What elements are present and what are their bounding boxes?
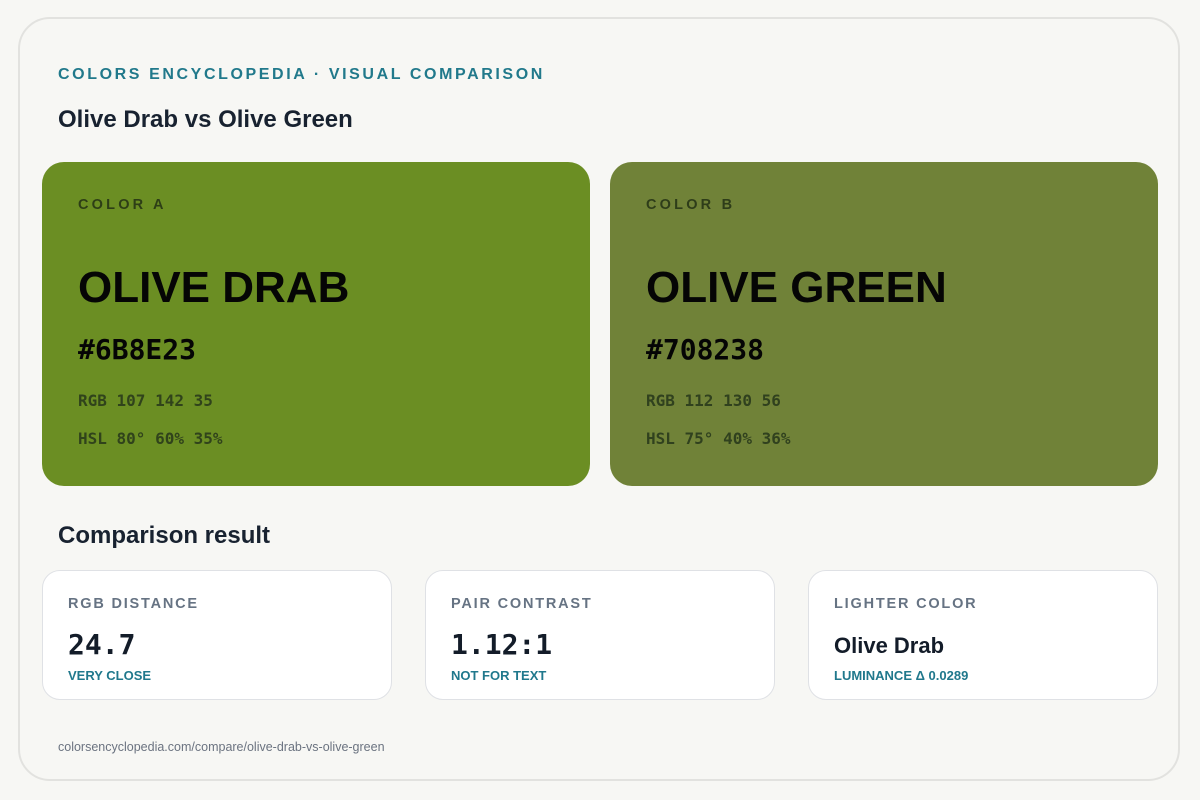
metric-label: RGB DISTANCE (68, 596, 199, 612)
color-a-label: COLOR A (78, 197, 167, 213)
comparison-result-title: Comparison result (58, 522, 271, 549)
metric-card-rgb-distance: RGB DISTANCE 24.7 VERY CLOSE (42, 570, 392, 700)
color-b-label: COLOR B (646, 197, 736, 213)
metric-value: Olive Drab (834, 633, 945, 658)
color-a-swatch: COLOR A OLIVE DRAB #6B8E23 RGB 107 142 3… (42, 162, 590, 486)
metric-note: LUMINANCE Δ 0.0289 (834, 668, 969, 683)
color-b-name: OLIVE GREEN (646, 263, 947, 312)
color-a-name: OLIVE DRAB (78, 263, 350, 312)
color-b-rgb: RGB 112 130 56 (646, 391, 781, 410)
color-a-hsl: HSL 80° 60% 35% (78, 429, 223, 448)
eyebrow-label: COLORS ENCYCLOPEDIA · VISUAL COMPARISON (58, 66, 545, 83)
page-title: Olive Drab vs Olive Green (58, 106, 353, 133)
metric-note: VERY CLOSE (68, 668, 152, 683)
metric-card-lighter-color: LIGHTER COLOR Olive Drab LUMINANCE Δ 0.0… (808, 570, 1158, 700)
metric-label: LIGHTER COLOR (834, 596, 978, 612)
metric-label: PAIR CONTRAST (451, 596, 593, 612)
color-a-rgb: RGB 107 142 35 (78, 391, 213, 410)
color-b-hex: #708238 (646, 333, 765, 366)
color-b-swatch: COLOR B OLIVE GREEN #708238 RGB 112 130 … (610, 162, 1158, 486)
metric-value: 24.7 (68, 628, 136, 661)
color-b-hsl: HSL 75° 40% 36% (646, 429, 791, 448)
metric-card-pair-contrast: PAIR CONTRAST 1.12:1 NOT FOR TEXT (425, 570, 775, 700)
color-a-hex: #6B8E23 (78, 333, 197, 366)
footer-url: colorsencyclopedia.com/compare/olive-dra… (58, 740, 385, 754)
metric-value: 1.12:1 (451, 628, 553, 661)
metric-note: NOT FOR TEXT (451, 668, 547, 683)
